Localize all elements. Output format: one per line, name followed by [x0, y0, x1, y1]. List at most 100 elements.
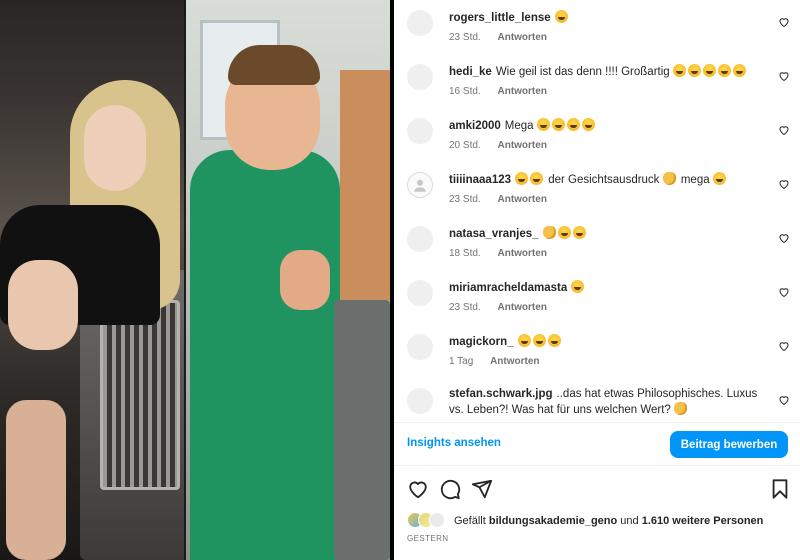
woman-leg	[6, 400, 66, 560]
post-actions-bar: Insights ansehen Beitrag bewerben	[394, 422, 800, 466]
comment-username[interactable]: amki2000	[449, 120, 501, 132]
avatar[interactable]	[407, 280, 433, 306]
heart-icon[interactable]	[778, 178, 790, 190]
comment-body: rogers_little_lense	[449, 10, 774, 26]
laugh-emoji-icon	[551, 118, 565, 131]
comment-icon[interactable]	[439, 478, 461, 500]
share-icon[interactable]	[471, 478, 493, 500]
comment-meta: 1 Tag Antworten	[449, 356, 554, 367]
medical-machine	[334, 300, 390, 560]
likes-middle: und	[620, 515, 639, 527]
laugh-emoji-icon	[557, 226, 571, 239]
laugh-emoji-icon	[530, 172, 544, 185]
avatar[interactable]	[407, 172, 433, 198]
heart-icon[interactable]	[778, 340, 790, 352]
laugh-emoji-icon	[717, 64, 731, 77]
comment-body: miriamracheldamasta	[449, 280, 774, 296]
avatar	[429, 512, 445, 528]
comment-body: magickorn_	[449, 334, 774, 350]
comment-meta: 23 Std. Antworten	[449, 194, 561, 205]
media-left-scene	[0, 0, 190, 560]
liker-avatars[interactable]	[407, 512, 447, 530]
reply-button[interactable]: Antworten	[490, 356, 539, 367]
heart-icon[interactable]	[778, 394, 790, 406]
comment-time: 20 Std.	[449, 140, 481, 151]
comment-text-after: mega	[680, 174, 710, 186]
avatar[interactable]	[407, 334, 433, 360]
comment-text: Mega	[504, 120, 534, 132]
post-date: GESTERN	[407, 534, 449, 543]
laugh-emoji-icon	[702, 64, 716, 77]
likes-text: Gefällt bildungsakademie_geno und 1.610 …	[454, 515, 763, 527]
reply-button[interactable]: Antworten	[497, 32, 546, 43]
comment-body: hedi_ke Wie geil ist das denn !!!! Großar…	[449, 64, 774, 80]
comment-username[interactable]: tiiiinaaa123	[449, 174, 511, 186]
comment-time: 23 Std.	[449, 194, 481, 205]
laugh-emoji-icon	[581, 118, 595, 131]
car-grille	[100, 300, 180, 490]
man-scrubs	[190, 150, 340, 560]
comments-list[interactable]: rogers_little_lense 23 Std. Antworten he…	[394, 0, 800, 422]
reply-button[interactable]: Antworten	[497, 86, 546, 97]
comment-body: tiiiinaaa123 der Gesichtsausdruck mega	[449, 172, 774, 188]
app: rogers_little_lense 23 Std. Antworten he…	[0, 0, 800, 560]
wooden-shelf	[340, 70, 390, 300]
comment-text: der Gesichtsausdruck	[548, 174, 660, 186]
woman-arm	[8, 260, 78, 350]
comment-time: 1 Tag	[449, 356, 474, 367]
likes-prefix: Gefällt	[454, 515, 486, 527]
reply-button[interactable]: Antworten	[497, 140, 546, 151]
laugh-emoji-icon	[515, 172, 529, 185]
post-media[interactable]	[0, 0, 390, 560]
comment-meta: 16 Std. Antworten	[449, 86, 561, 97]
comment-meta: 20 Std. Antworten	[449, 140, 561, 151]
laugh-emoji-icon	[712, 172, 726, 185]
reply-button[interactable]: Antworten	[497, 248, 546, 259]
insights-link[interactable]: Insights ansehen	[407, 437, 501, 449]
laugh-emoji-icon	[566, 118, 580, 131]
laugh-emoji-icon	[536, 118, 550, 131]
avatar[interactable]	[407, 10, 433, 36]
reply-button[interactable]: Antworten	[497, 302, 546, 313]
comment-username[interactable]: stefan.schwark.jpg	[449, 388, 553, 400]
comment-time: 16 Std.	[449, 86, 481, 97]
man-hand	[280, 250, 330, 310]
comment-body: natasa_vranjes_	[449, 226, 774, 242]
avatar[interactable]	[407, 388, 433, 414]
heart-icon[interactable]	[778, 286, 790, 298]
heart-icon[interactable]	[778, 70, 790, 82]
post-sidebar: rogers_little_lense 23 Std. Antworten he…	[394, 0, 800, 560]
laugh-emoji-icon	[732, 64, 746, 77]
heart-icon[interactable]	[778, 16, 790, 28]
comment-username[interactable]: hedi_ke	[449, 66, 492, 78]
heart-icon[interactable]	[407, 478, 429, 500]
laugh-emoji-icon	[672, 64, 686, 77]
comment-body: stefan.schwark.jpg ..das hat etwas Philos…	[449, 386, 774, 418]
comment-meta: 23 Std. Antworten	[449, 32, 561, 43]
comment-text: Wie geil ist das denn !!!! Großartig	[495, 66, 670, 78]
liker-username[interactable]: bildungsakademie_geno	[489, 515, 617, 527]
avatar[interactable]	[407, 118, 433, 144]
comment-username[interactable]: miriamracheldamasta	[449, 282, 567, 294]
likes-summary: Gefällt bildungsakademie_geno und 1.610 …	[407, 511, 797, 533]
laugh-emoji-icon	[547, 334, 561, 347]
laugh-emoji-icon	[532, 334, 546, 347]
reply-button[interactable]: Antworten	[497, 194, 546, 205]
heart-icon[interactable]	[778, 124, 790, 136]
bookmark-icon[interactable]	[769, 478, 791, 500]
comment-time: 18 Std.	[449, 248, 481, 259]
comment-username[interactable]: natasa_vranjes_	[449, 228, 539, 240]
laugh-emoji-icon	[554, 10, 568, 23]
default-user-icon	[414, 179, 426, 192]
avatar[interactable]	[407, 226, 433, 252]
avatar[interactable]	[407, 64, 433, 90]
clap-emoji-icon	[662, 172, 676, 185]
comment-username[interactable]: rogers_little_lense	[449, 12, 551, 24]
laugh-emoji-icon	[572, 226, 586, 239]
comment-time: 23 Std.	[449, 302, 481, 313]
comment-meta: 23 Std. Antworten	[449, 302, 561, 313]
promote-button[interactable]: Beitrag bewerben	[670, 431, 788, 458]
comment-username[interactable]: magickorn_	[449, 336, 514, 348]
heart-icon[interactable]	[778, 232, 790, 244]
likes-count[interactable]: 1.610 weitere Personen	[642, 515, 764, 527]
